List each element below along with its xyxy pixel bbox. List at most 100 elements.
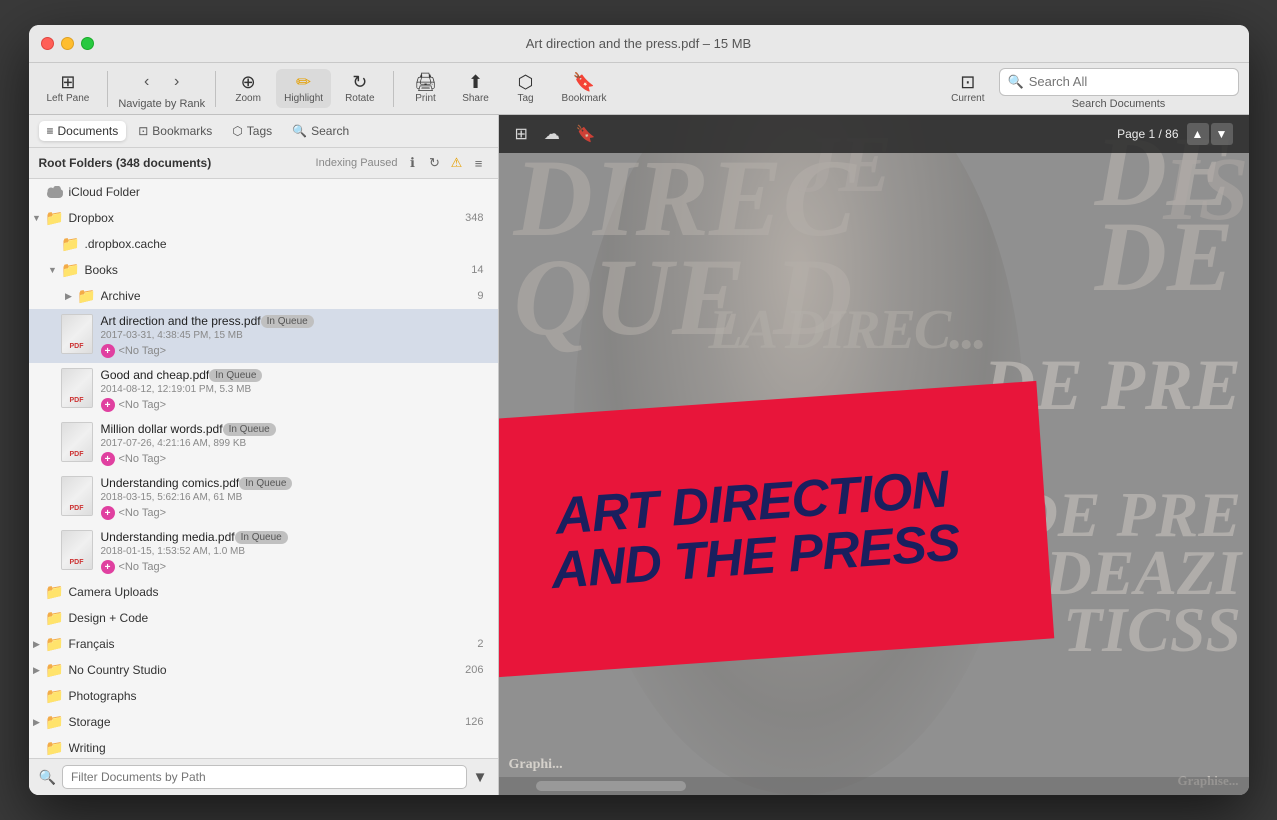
search-input[interactable] [1029,74,1230,89]
filter-input[interactable] [62,765,467,789]
sidebar-item-dropbox-cache[interactable]: 📁 .dropbox.cache [29,231,498,257]
bookmark-button[interactable]: 🔖 Bookmark [554,69,615,108]
pdf-understanding-comics-add-tag[interactable]: + [101,506,115,520]
pdf-prev-page[interactable]: ▲ [1187,123,1209,145]
titlebar: Art direction and the press.pdf – 15 MB [29,25,1249,63]
no-country-expand[interactable]: ▶ [29,662,45,678]
pdf-item-understanding-comics[interactable]: PDF Understanding comics.pdf In Queue 20… [29,471,498,525]
dropbox-expand[interactable]: ▼ [29,210,45,226]
pdf-understanding-comics-inner: PDF Understanding comics.pdf In Queue 20… [61,476,293,520]
filter-funnel-icon[interactable]: ▼ [473,769,488,786]
share-label: Share [462,93,489,104]
storage-expand[interactable]: ▶ [29,714,45,730]
close-button[interactable] [41,37,54,50]
archive-expand[interactable]: ▶ [61,288,77,304]
zoom-label: Zoom [235,93,261,104]
sidebar-item-dropbox[interactable]: ▼ 📁 Dropbox 348 [29,205,498,231]
pdf-next-page[interactable]: ▼ [1211,123,1233,145]
rotate-label: Rotate [345,93,374,104]
tab-documents[interactable]: ≡ Documents [39,121,127,141]
sidebar-item-design-code[interactable]: 📁 Design + Code [29,605,498,631]
sidebar-item-books[interactable]: ▼ 📁 Books 14 [29,257,498,283]
pdf-understanding-media-thumb: PDF [61,530,93,570]
bookmark-label: Bookmark [562,93,607,104]
search-box[interactable]: 🔍 [999,68,1239,96]
tab-bookmarks-label: Bookmarks [152,124,212,138]
pdf-million-dollar-add-tag[interactable]: + [101,452,115,466]
tab-search[interactable]: 🔍 Search [284,121,357,141]
cache-expand [45,236,61,252]
pdf-item-understanding-media[interactable]: PDF Understanding media.pdf In Queue 201… [29,525,498,579]
archive-count: 9 [477,290,487,302]
warning-icon[interactable]: ⚠ [448,154,466,172]
list-options-icon[interactable]: ≡ [470,154,488,172]
pdf-bookmark-viewer-icon[interactable]: 🔖 [576,124,596,144]
pdf-understanding-media-tag: <No Tag> [119,561,167,573]
dropbox-icon: 📁 [45,208,65,228]
pdf-art-direction-add-tag[interactable]: + [101,344,115,358]
nav-back-button[interactable]: ‹ [133,68,161,96]
pdf-understanding-media-name: Understanding media.pdf [101,530,235,544]
main-window: Art direction and the press.pdf – 15 MB … [29,25,1249,795]
pdf-cloud-icon[interactable]: ☁ [544,124,560,144]
print-icon: 🖨 [414,73,437,91]
current-button[interactable]: ⊡ Current [943,69,992,108]
print-button[interactable]: 🖨 Print [404,69,448,108]
pdf-page: DIRECQUE D DE DE DE PRE [499,115,1249,795]
sidebar-item-storage[interactable]: ▶ 📁 Storage 126 [29,709,498,735]
share-icon: ⬆ [468,73,483,91]
nav-forward-button[interactable]: › [163,68,191,96]
pdf-item-good-cheap[interactable]: PDF Good and cheap.pdf In Queue 2014-08-… [29,363,498,417]
pdf-good-cheap-name-row: Good and cheap.pdf In Queue [101,368,263,382]
maximize-button[interactable] [81,37,94,50]
left-pane-button[interactable]: ⊞ Left Pane [39,69,98,108]
minimize-button[interactable] [61,37,74,50]
rotate-button[interactable]: ↻ Rotate [337,69,382,108]
tab-tags[interactable]: ⬡ Tags [224,121,280,141]
pdf-page-content: DIRECQUE D DE DE DE PRE [499,115,1249,795]
sidebar-item-photographs[interactable]: 📁 Photographs [29,683,498,709]
sidebar-item-writing[interactable]: 📁 Writing [29,735,498,758]
books-expand[interactable]: ▼ [45,262,61,278]
tab-tags-label: Tags [247,124,272,138]
window-title: Art direction and the press.pdf – 15 MB [526,36,751,51]
bookmarks-icon: ⊡ [138,124,148,138]
pdf-understanding-comics-name: Understanding comics.pdf [101,476,240,490]
photographs-label: Photographs [69,689,488,703]
sidebar: ≡ Documents ⊡ Bookmarks ⬡ Tags 🔍 Search [29,115,499,795]
pdf-good-cheap-tag-row: + <No Tag> [101,398,263,412]
pdf-page-nav: ▲ ▼ [1187,123,1233,145]
sidebar-item-francais[interactable]: ▶ 📁 Français 2 [29,631,498,657]
pdf-sidebar-icon[interactable]: ⊞ [515,124,528,144]
pdf-scrollbar[interactable] [499,777,1249,795]
pdf-art-direction-tag: <No Tag> [119,345,167,357]
sidebar-item-icloud[interactable]: iCloud Folder [29,179,498,205]
refresh-icon[interactable]: ↻ [426,154,444,172]
sidebar-item-archive[interactable]: ▶ 📁 Archive 9 [29,283,498,309]
share-button[interactable]: ⬆ Share [454,69,498,108]
zoom-button[interactable]: ⊕ Zoom [226,69,270,108]
info-icon[interactable]: ℹ [404,154,422,172]
tag-button[interactable]: ⬡ Tag [504,69,548,108]
pdf-good-cheap-tag: <No Tag> [119,399,167,411]
sidebar-tabs: ≡ Documents ⊡ Bookmarks ⬡ Tags 🔍 Search [29,115,498,148]
highlight-icon: ✏ [296,73,311,91]
pdf-art-direction-info: Art direction and the press.pdf In Queue… [101,314,314,358]
highlight-button[interactable]: ✏ Highlight [276,69,331,108]
francais-expand[interactable]: ▶ [29,636,45,652]
storage-count: 126 [465,716,487,728]
sidebar-item-no-country[interactable]: ▶ 📁 No Country Studio 206 [29,657,498,683]
pdf-item-million-dollar[interactable]: PDF Million dollar words.pdf In Queue 20… [29,417,498,471]
pdf-art-direction-thumb: PDF [61,314,93,354]
pdf-page-number: Page 1 / 86 [1117,127,1178,141]
pdf-viewer-toolbar: ⊞ ☁ 🔖 Page 1 / 86 ▲ ▼ [499,115,1249,153]
tab-bookmarks[interactable]: ⊡ Bookmarks [130,121,220,141]
print-label: Print [415,93,436,104]
pdf-good-cheap-add-tag[interactable]: + [101,398,115,412]
pdf-understanding-media-add-tag[interactable]: + [101,560,115,574]
pdf-item-art-direction[interactable]: PDF Art direction and the press.pdf In Q… [29,309,498,363]
documents-icon: ≡ [47,124,54,138]
pdf-million-dollar-thumb: PDF [61,422,93,462]
sidebar-item-camera-uploads[interactable]: 📁 Camera Uploads [29,579,498,605]
pdf-scrollbar-thumb[interactable] [536,781,686,791]
